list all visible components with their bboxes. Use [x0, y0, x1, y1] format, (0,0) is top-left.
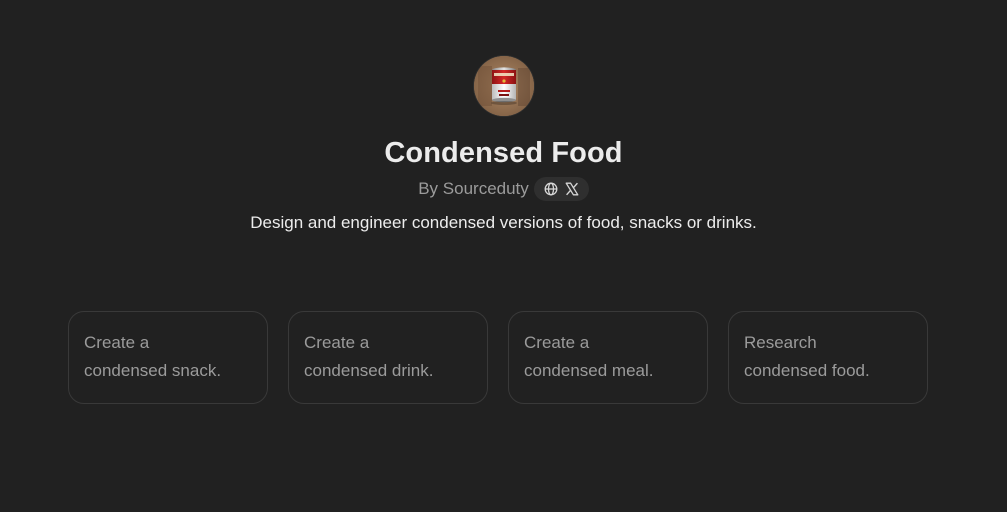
starter-create-meal[interactable]: Create a condensed meal.	[508, 311, 708, 404]
gpt-landing-page: Condensed Food By Sourceduty Design and …	[0, 0, 1007, 512]
gpt-title: Condensed Food	[384, 137, 623, 169]
gpt-avatar	[473, 56, 534, 116]
author-name: By Sourceduty	[418, 179, 529, 198]
social-links	[533, 177, 589, 201]
starter-research-food[interactable]: Research condensed food.	[728, 311, 928, 404]
soup-can-icon	[473, 56, 534, 116]
conversation-starters: Create a condensed snack. Create a conde…	[68, 311, 928, 404]
starter-text: Research condensed food.	[744, 333, 870, 380]
x-logo-icon[interactable]	[564, 181, 580, 197]
globe-icon[interactable]	[543, 181, 559, 197]
gpt-header: Condensed Food By Sourceduty Design and …	[0, 56, 1007, 235]
starter-create-drink[interactable]: Create a condensed drink.	[288, 311, 488, 404]
starter-create-snack[interactable]: Create a condensed snack.	[68, 311, 268, 404]
starter-text: Create a condensed drink.	[304, 333, 434, 380]
starter-text: Create a condensed snack.	[84, 333, 222, 380]
gpt-description: Design and engineer condensed versions o…	[250, 213, 757, 232]
byline: By Sourceduty	[418, 176, 589, 202]
starter-text: Create a condensed meal.	[524, 333, 654, 380]
